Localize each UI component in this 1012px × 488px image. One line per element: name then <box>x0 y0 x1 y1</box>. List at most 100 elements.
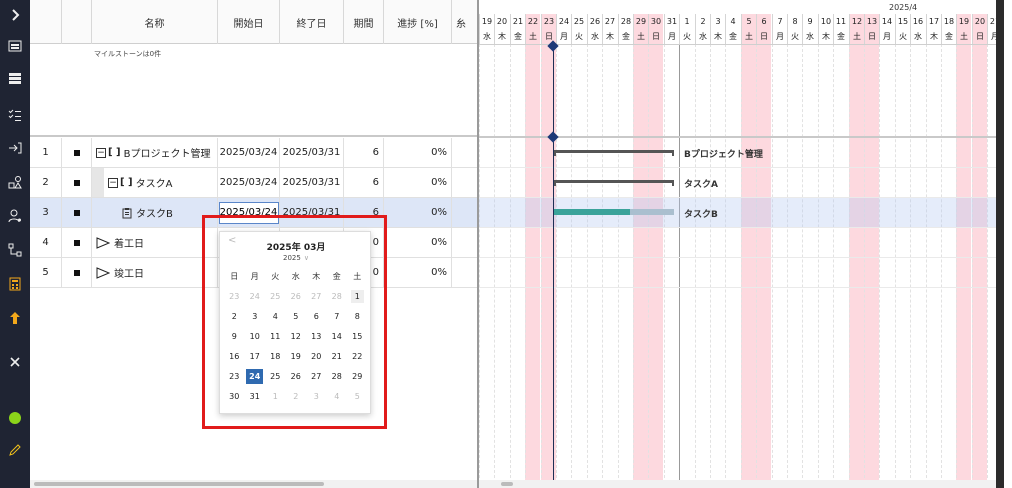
weekday-cell: 木 <box>710 29 725 44</box>
milestone-area: マイルストーンは0件 <box>30 44 478 137</box>
day-number: 18 <box>941 14 956 29</box>
day-number: 23 <box>541 14 556 29</box>
table-row[interactable]: 1 −[ ] Bプロジェクト管理 2025/03/24 2025/03/31 6… <box>30 138 478 168</box>
progress[interactable]: 0% <box>384 228 452 257</box>
day-number: 31 <box>664 14 679 29</box>
day-number: 30 <box>648 14 663 29</box>
weekday-cell: 土 <box>956 29 971 44</box>
weekday-cell: 木 <box>926 29 941 44</box>
weekday-cell: 金 <box>833 29 848 44</box>
row-marker-icon <box>73 209 80 216</box>
weekday-cell: 日 <box>972 29 987 44</box>
weekday-cell: 日 <box>864 29 879 44</box>
upload-icon[interactable] <box>0 308 30 328</box>
weekday-cell: 火 <box>571 29 586 44</box>
weekday-cell: 木 <box>818 29 833 44</box>
server-icon[interactable] <box>0 68 30 88</box>
day-number: 27 <box>602 14 617 29</box>
day-number: 1 <box>679 14 694 29</box>
day-number: 19 <box>956 14 971 29</box>
day-column <box>864 44 879 488</box>
calculator-icon[interactable] <box>0 274 30 294</box>
header-end[interactable]: 終了日 <box>280 0 344 44</box>
day-column <box>556 44 571 488</box>
calendar-grid-icon[interactable] <box>0 36 30 56</box>
start-date[interactable]: 2025/03/24 <box>218 138 280 167</box>
clipboard-icon <box>122 207 132 219</box>
progress[interactable]: 0% <box>384 168 452 197</box>
end-date[interactable]: 2025/03/31 <box>280 138 344 167</box>
header-name[interactable]: 名称 <box>92 0 218 44</box>
weekday-cell: 日 <box>648 29 663 44</box>
close-icon[interactable] <box>0 352 30 372</box>
header-progress[interactable]: 進捗 [%] <box>384 0 452 44</box>
bar-label: タスクB <box>684 210 718 220</box>
row-marker-icon <box>73 269 80 276</box>
checklist-icon[interactable] <box>0 105 30 125</box>
day-number: 6 <box>756 14 771 29</box>
day-column <box>910 44 925 488</box>
status-online-icon <box>0 408 30 428</box>
day-number: 24 <box>556 14 571 29</box>
table-row[interactable]: 2 −[ ] タスクA 2025/03/24 2025/03/31 6 0% <box>30 168 478 198</box>
gantt-horizontal-scrollbar[interactable] <box>479 480 996 488</box>
summary-bar[interactable] <box>554 180 674 186</box>
weekday-cell: 土 <box>633 29 648 44</box>
shapes-icon[interactable] <box>0 172 30 192</box>
day-number: 20 <box>494 14 509 29</box>
row-marker-icon <box>73 179 80 186</box>
weekday-cell: 金 <box>510 29 525 44</box>
gantt-chart: 2025/4 19 水 20 木 21 金 22 土 23 日 24 月 25 火 26 水 27 木 28 金 29 土… <box>479 0 1004 488</box>
header-extra[interactable]: 糸 <box>452 0 478 44</box>
header-start[interactable]: 開始日 <box>218 0 280 44</box>
duration[interactable]: 6 <box>344 168 384 197</box>
flag-icon <box>96 236 110 249</box>
row-marker-icon <box>73 239 80 246</box>
left-sidebar <box>0 0 30 488</box>
network-icon[interactable] <box>0 240 30 260</box>
day-number: 14 <box>879 14 894 29</box>
weekday-cell: 水 <box>479 29 494 44</box>
day-number: 17 <box>926 14 941 29</box>
day-column <box>633 44 648 488</box>
day-column <box>510 44 525 488</box>
grid-horizontal-scrollbar[interactable] <box>30 480 478 488</box>
user-settings-icon[interactable] <box>0 206 30 226</box>
chevron-right-icon[interactable] <box>0 5 30 25</box>
weekday-cell: 木 <box>602 29 617 44</box>
header-duration[interactable]: 期間 <box>344 0 384 44</box>
day-number: 25 <box>571 14 586 29</box>
collapse-icon[interactable]: − <box>96 147 106 158</box>
pencil-icon[interactable] <box>0 440 30 460</box>
login-icon[interactable] <box>0 138 30 158</box>
row-number: 2 <box>30 168 62 197</box>
vertical-scrollbar[interactable] <box>996 0 1004 488</box>
day-column <box>587 44 602 488</box>
day-column <box>648 44 663 488</box>
summary-bar[interactable] <box>554 150 674 156</box>
weekday-cell: 月 <box>556 29 571 44</box>
duration[interactable]: 6 <box>344 138 384 167</box>
progress[interactable]: 0% <box>384 198 452 227</box>
weekday-cell: 金 <box>941 29 956 44</box>
progress[interactable]: 0% <box>384 258 452 287</box>
task-bar-weekend[interactable] <box>630 209 674 215</box>
day-column <box>494 44 509 488</box>
task-name: タスクB <box>136 209 173 220</box>
weekday-cell: 水 <box>587 29 602 44</box>
weekday-cell: 木 <box>494 29 509 44</box>
day-number: 20 <box>972 14 987 29</box>
weekday-cell: 金 <box>618 29 633 44</box>
weekday-cell: 月 <box>772 29 787 44</box>
task-bar[interactable] <box>554 209 630 215</box>
progress[interactable]: 0% <box>384 138 452 167</box>
collapse-icon[interactable]: − <box>108 177 118 188</box>
day-number: 4 <box>725 14 740 29</box>
start-date[interactable]: 2025/03/24 <box>218 168 280 197</box>
end-date[interactable]: 2025/03/31 <box>280 168 344 197</box>
month-label: 2025/4 <box>889 2 918 12</box>
header-row-number <box>30 0 62 44</box>
day-column <box>772 44 787 488</box>
day-column <box>710 44 725 488</box>
weekday-cell: 土 <box>849 29 864 44</box>
